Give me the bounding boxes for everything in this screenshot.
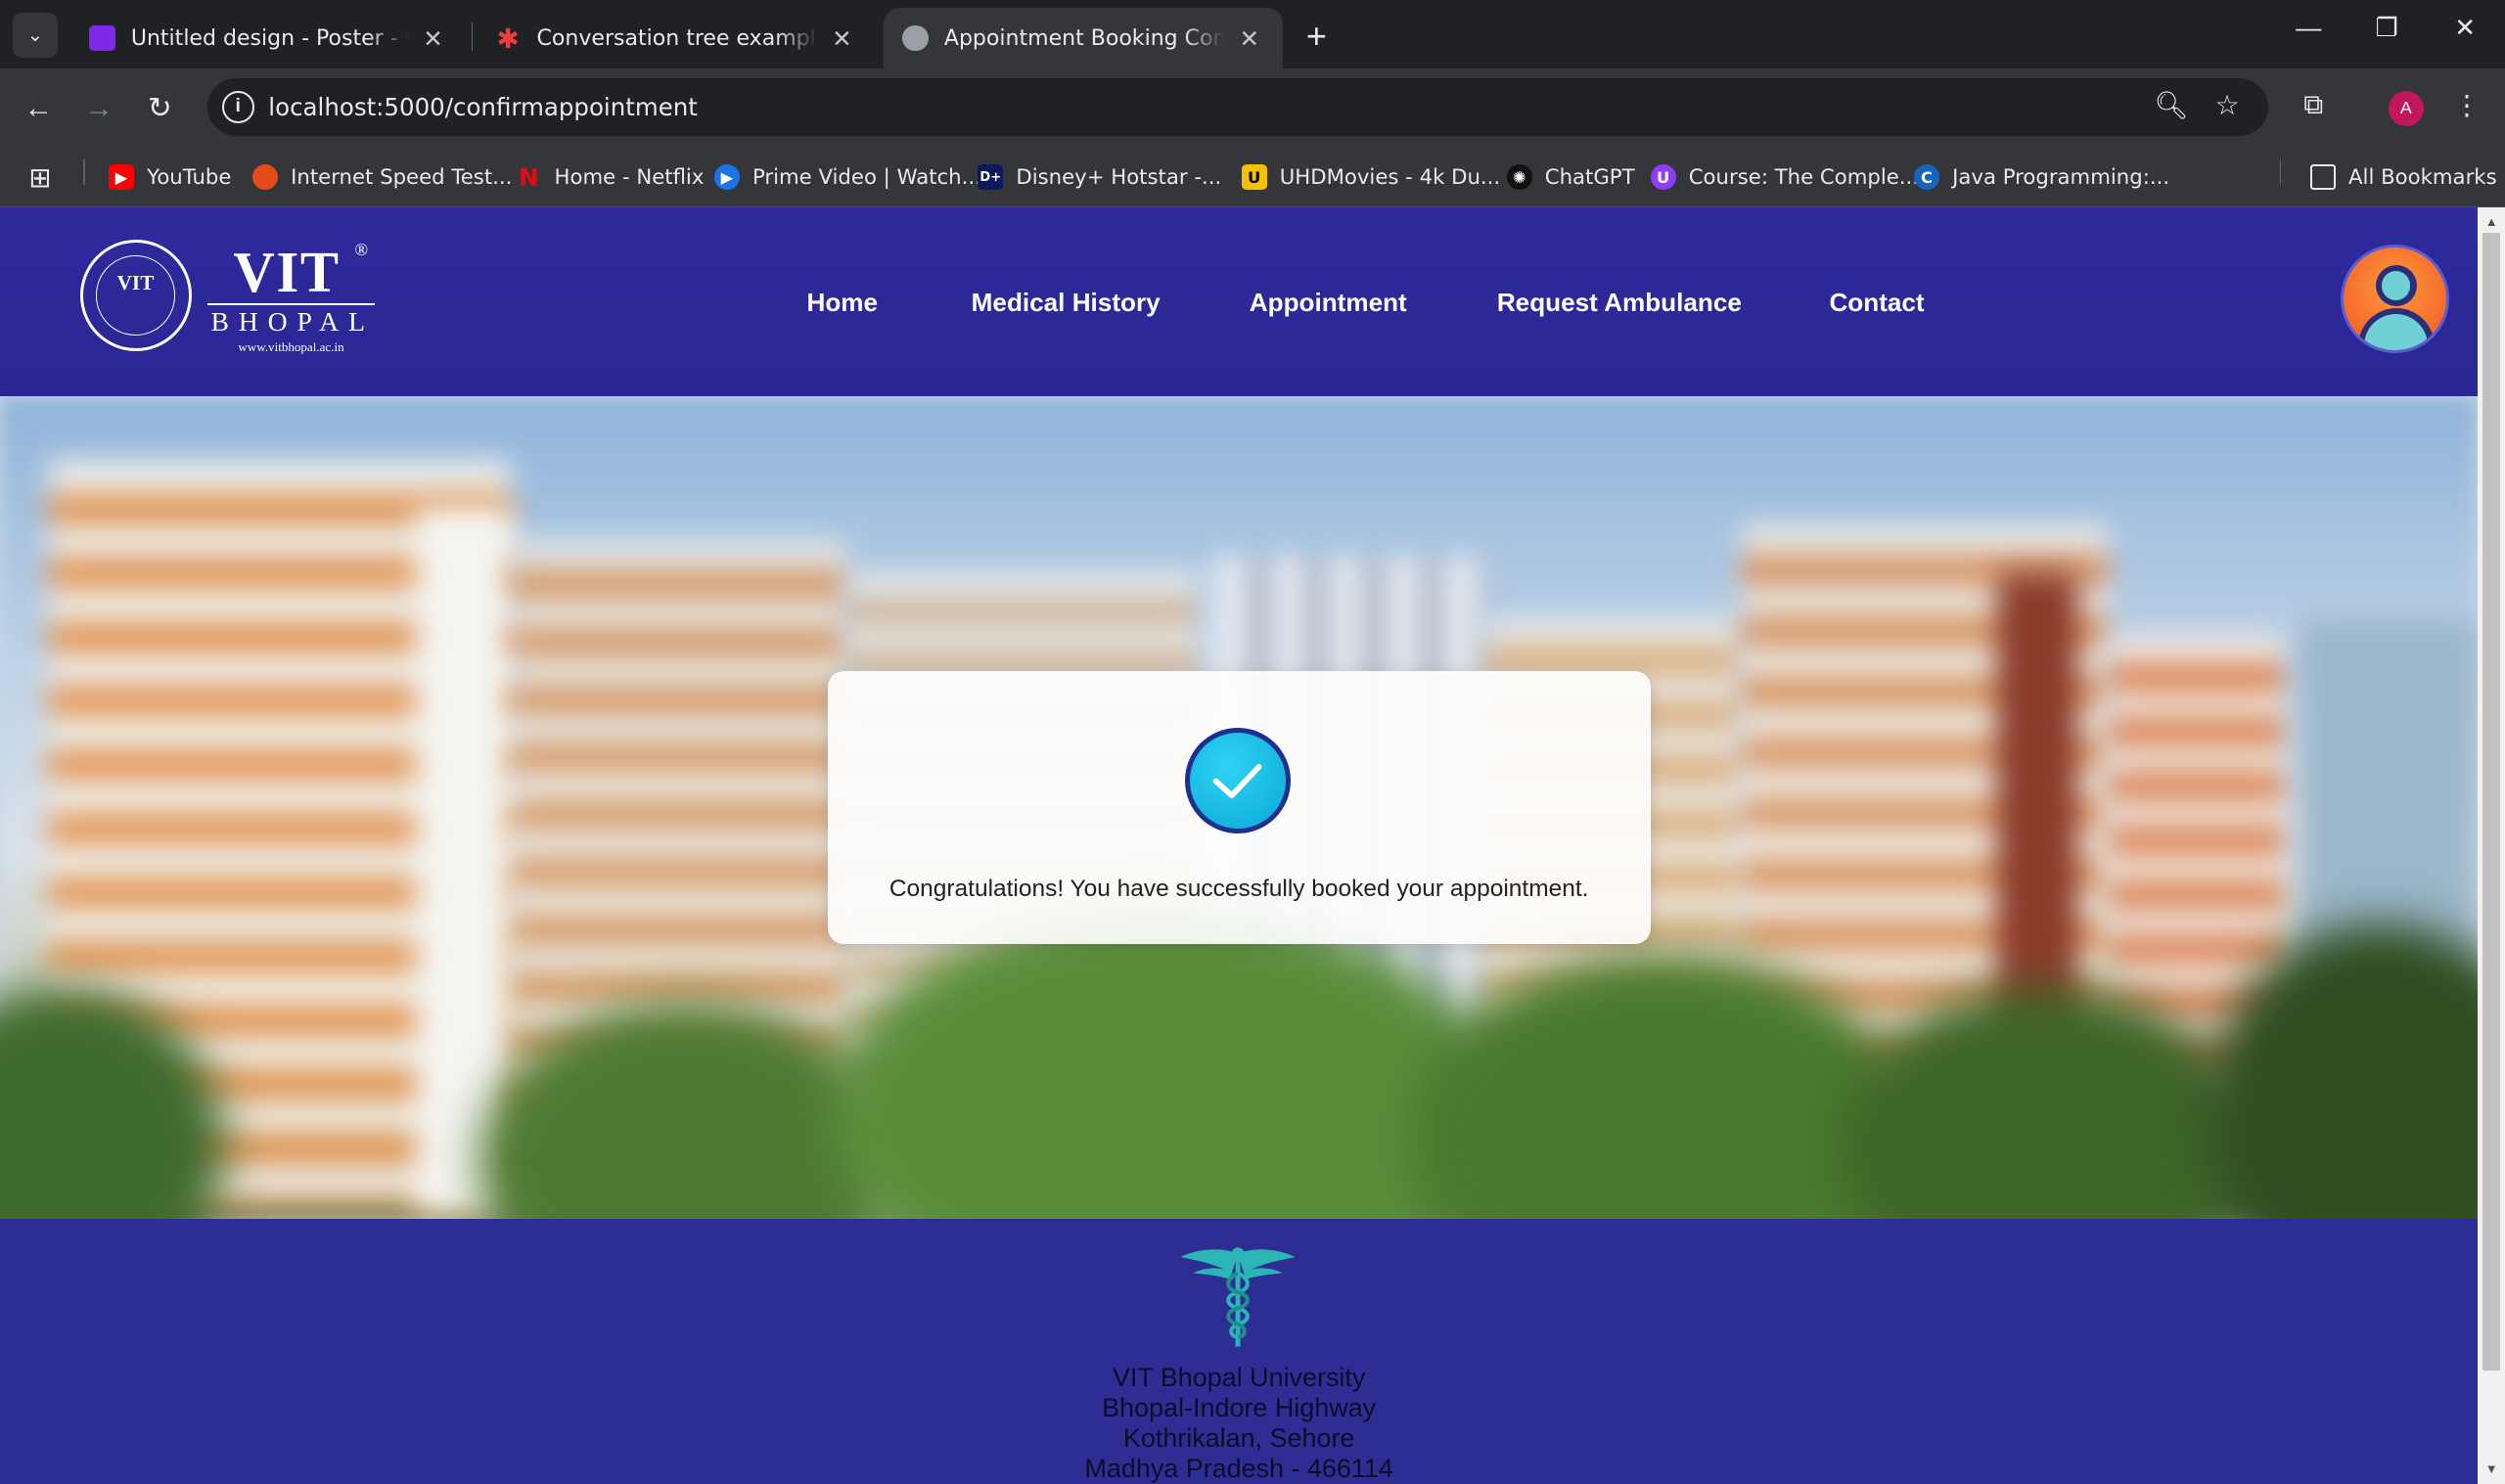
nav-medical-history[interactable]: Medical History [972,288,1161,318]
tab-strip: ⌄ Untitled design - Poster - Canva ✕ ✱ C… [0,0,2505,69]
globe-favicon-icon [902,25,929,52]
url-text[interactable]: localhost:5000/confirmappointment [268,93,698,121]
confirmation-card: Congratulations! You have successfully b… [827,670,1651,944]
youtube-icon: ▶ [109,164,135,191]
menu-icon[interactable]: ⋮ [2447,89,2485,121]
tab-search-icon[interactable]: ⌄ [13,13,58,58]
tab-lucidchart[interactable]: ✱ Conversation tree example: Lucidchart … [477,8,876,68]
site-header: VIT VIT ® BHOPAL www.vitbhopal.ac.in Hom… [0,207,2479,396]
bookmark-star-icon[interactable]: ☆ [2209,89,2245,121]
page-viewport: VIT VIT ® BHOPAL www.vitbhopal.ac.in Hom… [0,207,2479,1484]
folder-icon [2309,164,2336,191]
page-scrollbar[interactable]: ▲ ▼ [2478,207,2505,1484]
all-bookmarks[interactable]: All Bookmarks [2309,161,2497,194]
tab-canva[interactable]: Untitled design - Poster - Canva ✕ [70,8,467,68]
close-tab-icon[interactable]: ✕ [419,24,447,53]
bookmark-chatgpt[interactable]: ✺ ChatGPT [1506,161,1635,194]
bookmark-java[interactable]: C Java Programming:... [1913,161,2169,194]
confirmation-message: Congratulations! You have successfully b… [888,875,1589,902]
close-tab-icon[interactable]: ✕ [1235,24,1263,53]
bookmark-hotstar[interactable]: D+ Disney+ Hotstar -... [978,161,1221,194]
nav-request-ambulance[interactable]: Request Ambulance [1497,288,1742,318]
address-bar[interactable]: i localhost:5000/confirmappointment 🔍︎ ☆ [207,77,2269,136]
nav-appointment[interactable]: Appointment [1250,288,1407,318]
chatgpt-icon: ✺ [1506,164,1532,191]
bookmark-speedtest[interactable]: Internet Speed Test... [251,161,512,194]
speedometer-icon [251,164,279,191]
bookmark-course[interactable]: U Course: The Comple... [1650,161,1919,194]
nav-home[interactable]: Home [807,288,879,318]
site-footer: VIT Bhopal University Bhopal-Indore High… [0,1218,2479,1484]
apps-icon[interactable]: ⊞ [28,161,51,194]
prime-video-icon: ▶ [713,164,740,191]
reload-icon[interactable]: ↻ [139,88,180,129]
bookmarks-bar: ⊞ ▶ YouTube Internet Speed Test... N Home … [0,147,2505,208]
udemy-icon: U [1650,164,1676,191]
bookmark-youtube[interactable]: ▶ YouTube [109,161,231,194]
close-tab-icon[interactable]: ✕ [828,24,856,53]
tab-title: Appointment Booking Confirmation [943,25,1226,51]
coursera-icon: C [1913,164,1940,191]
forward-icon[interactable]: → [78,88,119,129]
lucidchart-favicon-icon: ✱ [496,22,520,55]
bookmark-prime-video[interactable]: ▶ Prime Video | Watch... [713,161,981,194]
vit-seal-icon: VIT [79,239,192,352]
campus-background-image: Congratulations! You have successfully b… [0,395,2479,1219]
zoom-icon[interactable]: 🔍︎ [2154,89,2189,121]
nav-contact[interactable]: Contact [1829,288,1924,318]
hotstar-icon: D+ [978,164,1004,191]
uhdmovies-icon: U [1241,164,1267,191]
new-tab-icon[interactable]: + [1298,16,1336,57]
canva-favicon-icon [89,25,115,52]
bookmark-uhdmovies[interactable]: U UHDMovies - 4k Du... [1241,161,1500,194]
extensions-icon[interactable]: ⧉ [2295,89,2333,121]
restore-icon[interactable]: ❐ [2355,13,2419,43]
scroll-thumb[interactable] [2482,233,2501,1371]
back-icon[interactable]: ← [18,88,59,129]
scroll-up-icon[interactable]: ▲ [2478,211,2505,234]
scroll-down-icon[interactable]: ▼ [2478,1459,2505,1481]
vit-bhopal-logo[interactable]: VIT VIT ® BHOPAL www.vitbhopal.ac.in [79,239,391,368]
minimize-icon[interactable]: — [2277,13,2341,43]
site-info-icon[interactable]: i [221,91,254,123]
tab-title: Conversation tree example: Lucidchart [536,25,818,51]
browser-toolbar: ← → ↻ i localhost:5000/confirmappointmen… [0,68,2505,148]
caduceus-icon [1180,1247,1297,1347]
tab-appointment-confirmation[interactable]: Appointment Booking Confirmation ✕ [883,8,1284,69]
close-window-icon[interactable]: ✕ [2434,13,2497,43]
user-avatar-icon[interactable] [2340,244,2449,353]
footer-address: VIT Bhopal University Bhopal-Indore High… [1084,1362,1393,1483]
profile-avatar[interactable]: A [2388,91,2424,126]
netflix-icon: N [519,162,539,192]
success-check-icon [1185,728,1292,834]
bookmark-netflix[interactable]: N Home - Netflix [516,161,704,194]
tab-title: Untitled design - Poster - Canva [130,25,409,51]
